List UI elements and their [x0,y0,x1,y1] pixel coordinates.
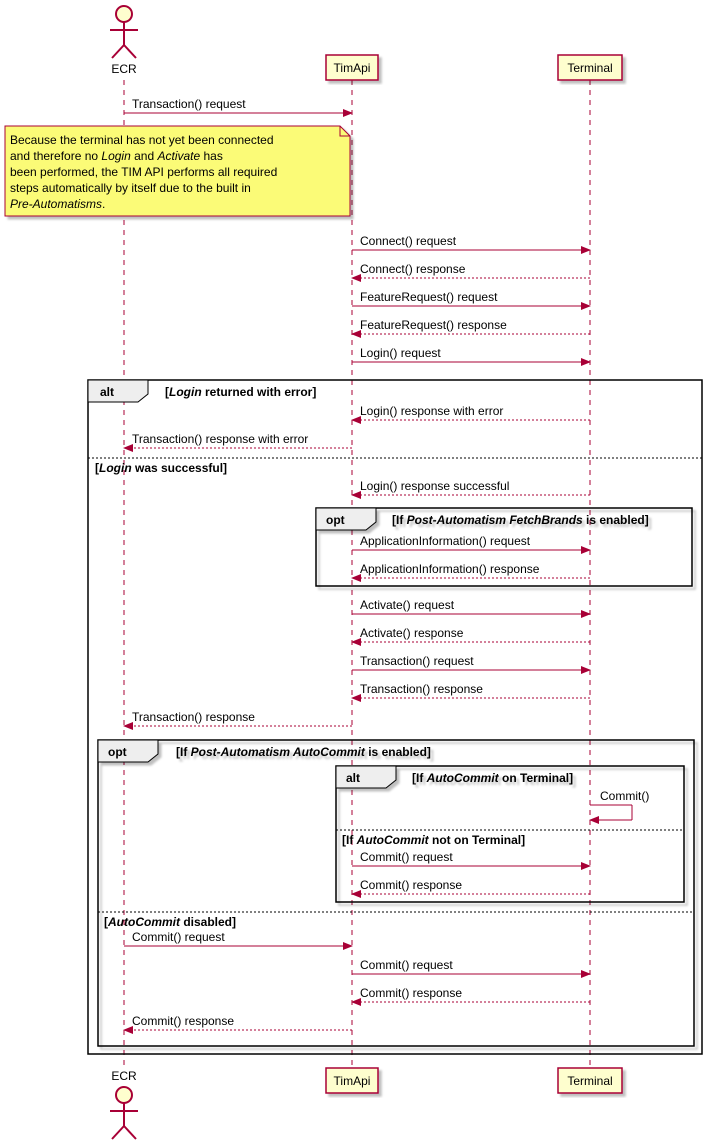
msg-label: Transaction() request [360,654,474,668]
guard-label: [If AutoCommit not on Terminal] [342,833,525,847]
actor-ecr-bottom: ECR [110,1069,138,1139]
note-line: been performed, the TIM API performs all… [10,165,277,179]
msg-label: Login() response successful [360,479,509,493]
msg-label: Transaction() response with error [132,432,308,446]
fragment-opt-autocommit: opt [If Post-Automatism AutoCommit is en… [98,740,694,1046]
note-line: Pre-Automatisms. [10,197,105,211]
msg-label: Login() request [360,346,441,360]
msg-label: Commit() response [360,986,462,1000]
msg-label: Login() response with error [360,404,503,418]
msg-label: ApplicationInformation() request [360,534,531,548]
fragment-label: alt [346,771,360,785]
participant-terminal-top: Terminal [558,55,622,80]
guard-label: [If Post-Automatism FetchBrands is enabl… [392,513,649,527]
msg-label: Commit() request [132,930,225,944]
guard-label: [AutoCommit disabled] [104,915,236,929]
guard-label: [If AutoCommit on Terminal] [412,771,573,785]
participant-timapi-top: TimApi [326,55,378,80]
fragment-label: alt [100,385,114,399]
msg-label: FeatureRequest() request [360,290,498,304]
msg-label: Connect() response [360,262,466,276]
actor-label-ecr-top: ECR [111,62,137,76]
msg-label: Transaction() response [360,682,483,696]
msg-label: Commit() request [360,958,453,972]
msg-label: FeatureRequest() response [360,318,507,332]
msg-label: Commit() response [132,1014,234,1028]
msg-label: Connect() request [360,234,457,248]
msg-label: Activate() response [360,626,464,640]
guard-label: [If Post-Automatism AutoCommit is enable… [176,745,431,759]
msg-self-commit: Commit() [590,789,649,820]
note-pre-automatisms: Because the terminal has not yet been co… [5,126,350,216]
msg-label: Transaction() request [132,97,246,111]
fragment-label: opt [326,513,345,527]
msg-label: ApplicationInformation() response [360,562,540,576]
msg-label: Transaction() response [132,710,255,724]
actor-ecr-top: ECR [110,6,138,76]
note-line: and therefore no Login and Activate has [10,149,223,163]
msg-label: Commit() [600,789,649,803]
actor-label-ecr-bottom: ECR [111,1069,137,1083]
note-line: Because the terminal has not yet been co… [10,133,274,147]
guard-label: [Login returned with error] [165,385,316,399]
msg-label: Activate() request [360,598,455,612]
participant-label-timapi-top: TimApi [334,61,371,75]
participant-terminal-bottom: Terminal [558,1068,622,1093]
participant-label-terminal-top: Terminal [567,61,612,75]
participant-label-terminal-bottom: Terminal [567,1074,612,1088]
fragment-label: opt [108,745,127,759]
note-line: steps automatically by itself due to the… [10,181,251,195]
participant-label-timapi-bottom: TimApi [334,1074,371,1088]
msg-label: Commit() request [360,850,453,864]
sequence-diagram: ECR TimApi Terminal Transaction() reques… [0,0,712,1144]
participant-timapi-bottom: TimApi [326,1068,378,1093]
guard-label: [Login was successful] [95,461,227,475]
msg-label: Commit() response [360,878,462,892]
